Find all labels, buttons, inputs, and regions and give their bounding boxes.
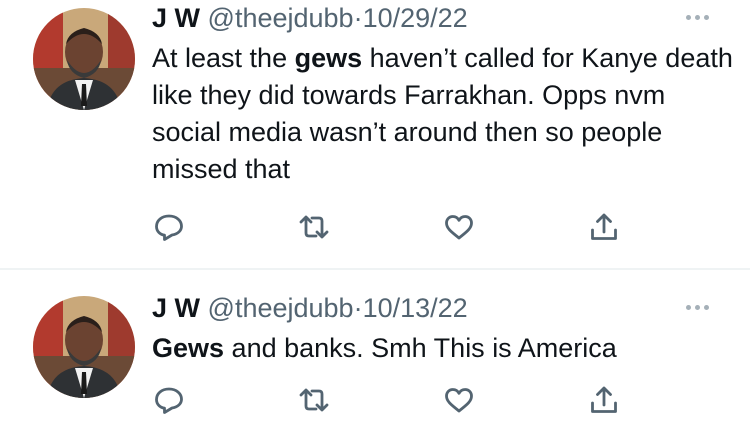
author-handle[interactable]: @theejdubb (208, 3, 354, 33)
share-button[interactable] (587, 211, 621, 243)
like-button[interactable] (442, 211, 476, 243)
tweet-header: J W @theejdubb·10/29/22 (152, 2, 468, 34)
tweet-text: Gews and banks. Smh This is America (152, 330, 737, 367)
reply-button[interactable] (152, 384, 186, 416)
share-button[interactable] (587, 384, 621, 416)
retweet-button[interactable] (297, 384, 331, 416)
share-icon (591, 213, 617, 240)
tweet-text: At least the gews haven’t called for Kan… (152, 40, 737, 188)
like-button[interactable] (442, 384, 476, 416)
separator-dot: · (353, 293, 363, 323)
tweet-text-segment: At least the (152, 43, 295, 73)
like-icon (445, 215, 473, 240)
author-name[interactable]: J W (152, 293, 200, 323)
more-icon[interactable] (683, 12, 713, 22)
avatar[interactable] (33, 296, 135, 398)
tweet-actions (152, 211, 622, 243)
tweet-text-segment: and banks. Smh This is America (224, 333, 617, 363)
tweet[interactable]: J W @theejdubb·10/29/22 At least the gew… (0, 0, 750, 268)
tweet-date[interactable]: 10/29/22 (363, 3, 468, 33)
tweet-text-bold: Gews (152, 333, 225, 363)
like-icon (445, 388, 473, 413)
tweet-date[interactable]: 10/13/22 (363, 293, 468, 323)
tweet-actions (152, 384, 622, 416)
share-icon (591, 386, 617, 413)
retweet-icon (299, 215, 329, 239)
author-name[interactable]: J W (152, 3, 200, 33)
author-handle[interactable]: @theejdubb (208, 293, 354, 323)
reply-icon (155, 387, 183, 414)
tweet-text-bold: gews (294, 43, 363, 73)
tweet[interactable]: J W @theejdubb·10/13/22 Gews and banks. … (0, 270, 750, 433)
reply-button[interactable] (152, 211, 186, 243)
tweet-header: J W @theejdubb·10/13/22 (152, 292, 468, 324)
separator-dot: · (353, 3, 363, 33)
avatar[interactable] (33, 8, 135, 110)
more-icon[interactable] (683, 302, 713, 312)
reply-icon (155, 214, 183, 241)
retweet-icon (299, 388, 329, 412)
retweet-button[interactable] (297, 211, 331, 243)
